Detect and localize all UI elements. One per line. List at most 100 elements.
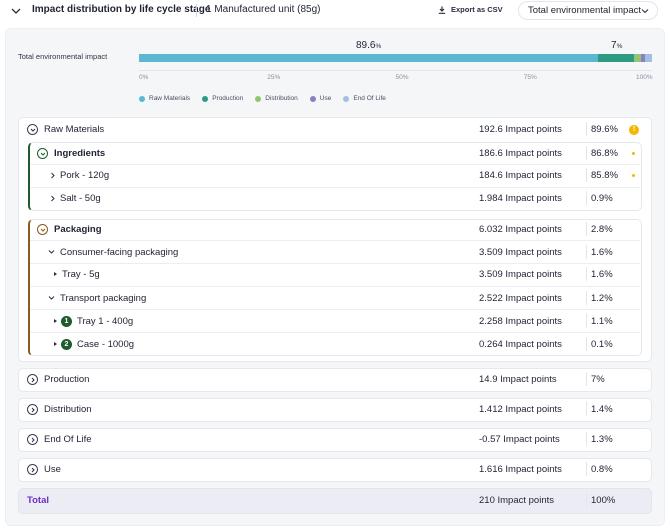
row-value-pork: 184.6 Impact points — [479, 170, 562, 181]
column-divider — [586, 146, 587, 160]
row-divider — [30, 263, 640, 264]
collapse-raw-materials-toggle[interactable] — [27, 124, 38, 135]
row-label-raw-materials: Raw Materials — [44, 124, 105, 135]
row-pct-consumer-facing-packaging: 1.6% — [591, 247, 613, 258]
legend-label: Production — [212, 95, 244, 102]
row-value-consumer-facing-packaging: 3.509 Impact points — [479, 247, 562, 258]
chevron-down-icon[interactable] — [10, 5, 22, 17]
column-divider — [586, 222, 587, 236]
export-csv-button[interactable]: Export as CSV — [438, 5, 503, 14]
row-pct-raw-materials: 89.6% — [591, 124, 618, 135]
total-label: Total — [27, 495, 49, 506]
expand-end-of-life-toggle[interactable] — [27, 434, 38, 445]
caret-right-icon[interactable] — [54, 342, 57, 346]
step-badge: 2 — [61, 339, 72, 350]
impact-select[interactable]: Total environmental impact — [518, 1, 658, 20]
segment-unit: % — [375, 43, 382, 50]
legend-swatch — [343, 95, 350, 102]
row-pct-pork: 85.8% — [591, 170, 618, 181]
expand-production-toggle[interactable] — [27, 374, 38, 385]
row-pct-tray-1-400g: 1.1% — [591, 316, 613, 327]
chevron-right-icon[interactable] — [49, 172, 56, 179]
column-divider — [586, 462, 587, 476]
column-divider — [586, 191, 587, 205]
chart-legend: Raw Materials Production Distribution Use En… — [139, 95, 386, 102]
axis-line — [139, 70, 652, 71]
expand-use-toggle[interactable] — [27, 464, 38, 475]
legend-item: Use — [309, 95, 332, 102]
column-divider — [586, 493, 587, 507]
legend-item: Raw Materials — [139, 95, 190, 102]
column-divider — [586, 245, 587, 259]
column-divider — [586, 291, 587, 305]
total-row — [18, 488, 652, 514]
legend-label: Raw Materials — [149, 95, 191, 102]
chevron-right-icon — [31, 467, 35, 472]
row-divider — [30, 187, 640, 188]
chevron-down-icon — [641, 9, 649, 14]
total-pct: 100% — [591, 495, 616, 506]
legend-item: Distribution — [255, 95, 298, 102]
header: Impact distribution by life cycle stage … — [0, 0, 670, 22]
row-value-case-1000g: 0.264 Impact points — [479, 339, 562, 350]
row-divider — [30, 286, 640, 287]
legend-swatch — [202, 95, 209, 102]
row-value-use: 1.616 Impact points — [479, 464, 562, 475]
collapse-packaging-toggle[interactable] — [37, 224, 48, 235]
column-divider — [586, 372, 587, 386]
row-value-tray-5g: 3.509 Impact points — [479, 269, 562, 280]
row-label-packaging: Packaging — [54, 224, 102, 235]
chevron-right-icon[interactable] — [49, 195, 56, 202]
row-pct-packaging: 2.8% — [591, 224, 613, 235]
row-pct-production: 7% — [591, 374, 605, 385]
expand-distribution-toggle[interactable] — [27, 404, 38, 415]
step-badge: 1 — [61, 316, 72, 327]
row-pct-transport-packaging: 1.2% — [591, 293, 613, 304]
warning-dot-icon — [632, 152, 635, 155]
row-pct-end-of-life: 1.3% — [591, 434, 613, 445]
segment-value: 89.6 — [356, 40, 376, 51]
row-label-transport-packaging: Transport packaging — [60, 293, 147, 304]
x-tick-label: 25% — [267, 74, 281, 81]
column-divider — [586, 267, 587, 281]
bar-segment-end-of-life[interactable] — [645, 54, 652, 62]
row-pct-tray-5g: 1.6% — [591, 269, 613, 280]
column-divider — [586, 337, 587, 351]
segment-label-production: 7% — [611, 40, 622, 51]
row-value-end-of-life: -0.57 Impact points — [479, 434, 560, 445]
row-value-raw-materials: 192.6 Impact points — [479, 124, 562, 135]
legend-item: Production — [202, 95, 243, 102]
row-pct-ingredients: 86.8% — [591, 148, 618, 159]
bar-row-label: Total environmental impact — [18, 52, 108, 61]
export-csv-label: Export as CSV — [451, 5, 503, 14]
row-divider — [30, 164, 640, 165]
bar-segment-distribution[interactable] — [634, 54, 642, 62]
column-divider — [586, 432, 587, 446]
chevron-down-icon[interactable] — [48, 248, 55, 255]
warning-icon[interactable]: ! — [629, 125, 639, 135]
chevron-down-icon — [30, 128, 35, 132]
row-label-case-1000g: Case - 1000g — [77, 339, 135, 350]
legend-swatch — [309, 95, 316, 102]
warning-dot-icon — [632, 174, 635, 177]
row-label-distribution: Distribution — [44, 404, 92, 415]
segment-label-raw-materials: 89.6% — [356, 40, 381, 51]
legend-label: Use — [319, 95, 332, 102]
x-tick-label: 50% — [395, 74, 409, 81]
caret-right-icon[interactable] — [54, 319, 57, 323]
chevron-right-icon — [31, 437, 35, 442]
row-divider — [30, 332, 640, 333]
row-value-salt: 1.984 Impact points — [479, 193, 562, 204]
chevron-right-icon — [31, 407, 35, 412]
collapse-ingredients-toggle[interactable] — [37, 148, 48, 159]
caret-right-icon[interactable] — [54, 272, 57, 276]
column-divider — [586, 402, 587, 416]
row-pct-salt: 0.9% — [591, 193, 613, 204]
chevron-down-icon[interactable] — [48, 294, 55, 301]
row-value-tray-1-400g: 2.258 Impact points — [479, 316, 562, 327]
bar-segment-raw-materials[interactable] — [139, 54, 599, 62]
row-value-transport-packaging: 2.522 Impact points — [479, 293, 562, 304]
row-divider — [30, 309, 640, 310]
bar-segment-production[interactable] — [598, 54, 635, 62]
segment-unit: % — [616, 43, 623, 50]
